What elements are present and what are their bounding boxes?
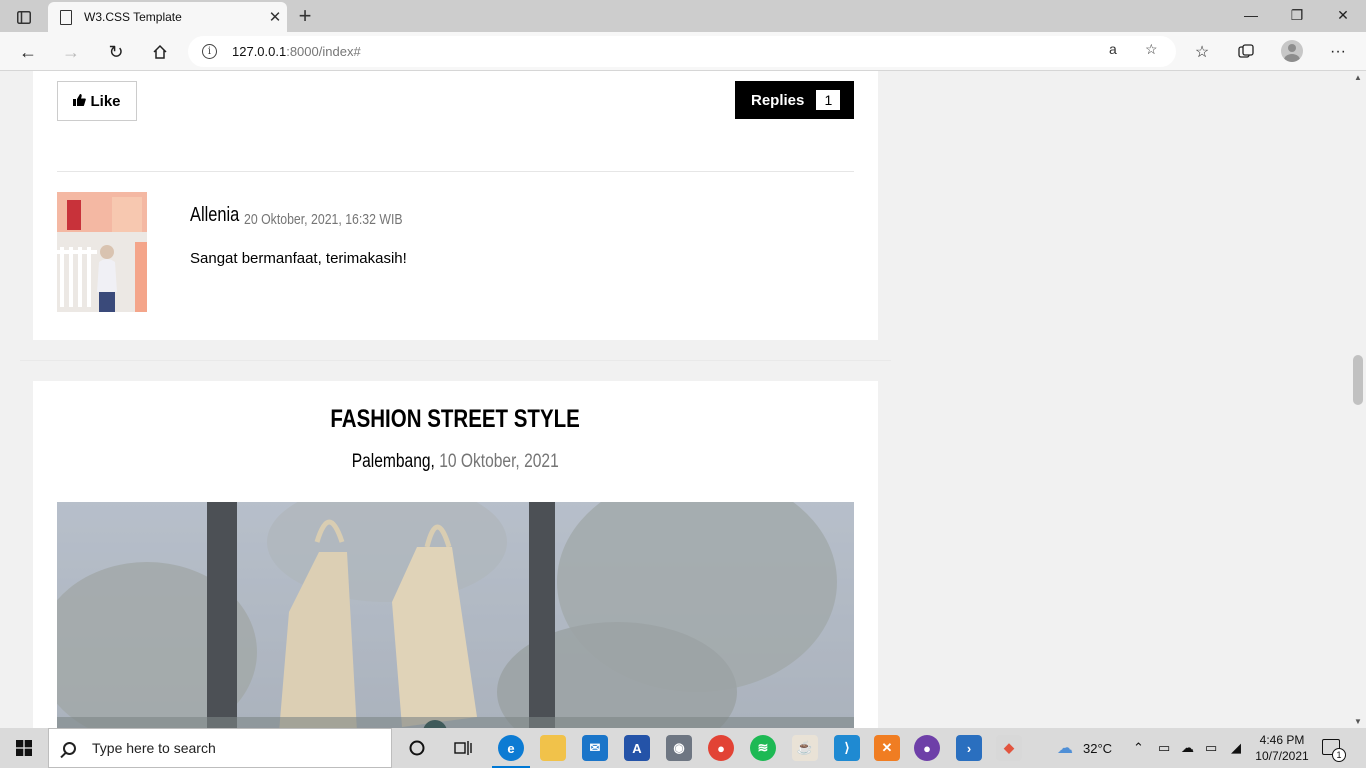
more-menu-icon[interactable]: ··· bbox=[1324, 38, 1352, 66]
clock-time: 4:46 PM bbox=[1259, 733, 1305, 747]
post-image bbox=[57, 502, 854, 728]
battery-icon[interactable]: ▭ bbox=[1205, 728, 1217, 768]
comment-text: Sangat bermanfaat, terimakasih! bbox=[190, 250, 407, 267]
post-card: FASHION STREET STYLE Palembang, 10 Oktob… bbox=[33, 381, 878, 728]
address-bar[interactable]: i 127.0.0.1:8000/index# bbox=[188, 36, 1176, 67]
add-favorite-icon[interactable]: ☆ bbox=[1145, 41, 1158, 58]
tab-actions-icon[interactable] bbox=[10, 6, 38, 28]
like-label: Like bbox=[90, 92, 121, 110]
vscode-app-icon[interactable]: ⟩ bbox=[834, 735, 860, 761]
powershell-app-icon[interactable]: › bbox=[956, 735, 982, 761]
tray-overflow-icon[interactable]: ⌃ bbox=[1133, 728, 1144, 768]
like-button[interactable]: Like bbox=[57, 81, 137, 121]
edge-app-icon[interactable]: e bbox=[492, 735, 530, 768]
tab-active[interactable]: W3.CSS Template ✕ bbox=[48, 2, 287, 32]
read-aloud-icon[interactable]: a bbox=[1109, 41, 1117, 57]
url-text: 127.0.0.1:8000/index# bbox=[232, 44, 361, 59]
git-app-icon[interactable]: ◆ bbox=[996, 735, 1022, 761]
window-close-icon[interactable]: ✕ bbox=[1320, 0, 1366, 30]
spotify-app-icon[interactable]: ≋ bbox=[750, 735, 776, 761]
weather-temp: 32°C bbox=[1083, 740, 1113, 756]
page-scrollbar[interactable]: ▲ ▼ bbox=[1350, 71, 1366, 728]
back-icon[interactable]: ← bbox=[14, 38, 42, 66]
chrome-app-icon[interactable]: ● bbox=[708, 735, 734, 761]
camera-app-icon[interactable]: ◉ bbox=[666, 735, 692, 761]
replies-label: Replies bbox=[751, 91, 805, 109]
browser-toolbar: ← → ↻ i 127.0.0.1:8000/index# a ☆ ☆ ··· bbox=[0, 32, 1366, 71]
tab-close-icon[interactable]: ✕ bbox=[263, 8, 287, 26]
meet-now-icon[interactable]: ▭ bbox=[1158, 728, 1170, 768]
search-placeholder: Type here to search bbox=[92, 740, 216, 756]
scroll-down-icon[interactable]: ▼ bbox=[1354, 717, 1362, 726]
tab-title: W3.CSS Template bbox=[84, 10, 182, 24]
comment-card: Like Replies 1 Allenia 20 Oktober, 2021,… bbox=[33, 71, 878, 340]
minimize-icon[interactable]: — bbox=[1228, 0, 1274, 30]
windows-taskbar: Type here to search e ✉ A ◉ ● ≋ ☕ ⟩ ✕ ● … bbox=[0, 728, 1366, 768]
thumbs-up-icon bbox=[73, 93, 87, 109]
refresh-icon[interactable]: ↻ bbox=[102, 38, 130, 66]
browser-tab-bar: W3.CSS Template ✕ + — ❐ ✕ bbox=[0, 0, 1366, 32]
onedrive-icon[interactable]: ☁ bbox=[1181, 728, 1194, 768]
weather-icon: ☁ bbox=[1057, 740, 1073, 757]
adobe-app-icon[interactable]: A bbox=[624, 735, 650, 761]
cortana-icon[interactable] bbox=[403, 734, 431, 762]
scrollbar-thumb[interactable] bbox=[1353, 355, 1363, 405]
restore-icon[interactable]: ❐ bbox=[1274, 0, 1320, 30]
divider bbox=[57, 171, 854, 172]
post-title: FASHION STREET STYLE bbox=[330, 405, 581, 433]
profile-avatar-icon[interactable] bbox=[1281, 40, 1303, 62]
comment-author: Allenia bbox=[190, 204, 240, 226]
page-viewport: Like Replies 1 Allenia 20 Oktober, 2021,… bbox=[0, 71, 1350, 728]
search-icon bbox=[63, 741, 76, 755]
scroll-up-icon[interactable]: ▲ bbox=[1354, 73, 1362, 82]
taskbar-search-input[interactable]: Type here to search bbox=[48, 728, 392, 768]
collections-icon[interactable] bbox=[1232, 38, 1260, 66]
weather-widget[interactable]: ☁ 32°C bbox=[1057, 728, 1112, 768]
replies-count-badge: 1 bbox=[816, 90, 841, 110]
replies-button[interactable]: Replies 1 bbox=[735, 81, 854, 119]
new-tab-icon[interactable]: + bbox=[292, 3, 318, 29]
xampp-app-icon[interactable]: ✕ bbox=[874, 735, 900, 761]
section-divider bbox=[20, 360, 891, 361]
java-app-icon[interactable]: ☕ bbox=[792, 735, 818, 761]
page-icon bbox=[60, 9, 72, 25]
file-explorer-icon[interactable] bbox=[540, 735, 566, 761]
windows-start-icon[interactable] bbox=[0, 728, 48, 768]
comment-date: 20 Oktober, 2021, 16:32 WIB bbox=[244, 211, 403, 228]
post-place: Palembang, bbox=[351, 451, 436, 472]
taskbar-clock[interactable]: 4:46 PM 10/7/2021 bbox=[1250, 732, 1314, 764]
post-meta: Palembang, 10 Oktober, 2021 bbox=[33, 451, 878, 473]
clock-date: 10/7/2021 bbox=[1255, 749, 1309, 763]
forward-icon[interactable]: → bbox=[57, 38, 85, 66]
site-info-icon[interactable]: i bbox=[202, 44, 217, 59]
task-view-icon[interactable] bbox=[449, 734, 477, 762]
favorites-icon[interactable]: ☆ bbox=[1188, 38, 1216, 66]
mail-app-icon[interactable]: ✉ bbox=[582, 735, 608, 761]
commenter-avatar bbox=[57, 192, 147, 312]
home-icon[interactable] bbox=[146, 38, 174, 66]
notification-count-badge: 1 bbox=[1332, 748, 1346, 762]
wifi-icon[interactable]: ◢ bbox=[1231, 728, 1241, 768]
github-app-icon[interactable]: ● bbox=[914, 735, 940, 761]
post-date: 10 Oktober, 2021 bbox=[439, 451, 560, 472]
